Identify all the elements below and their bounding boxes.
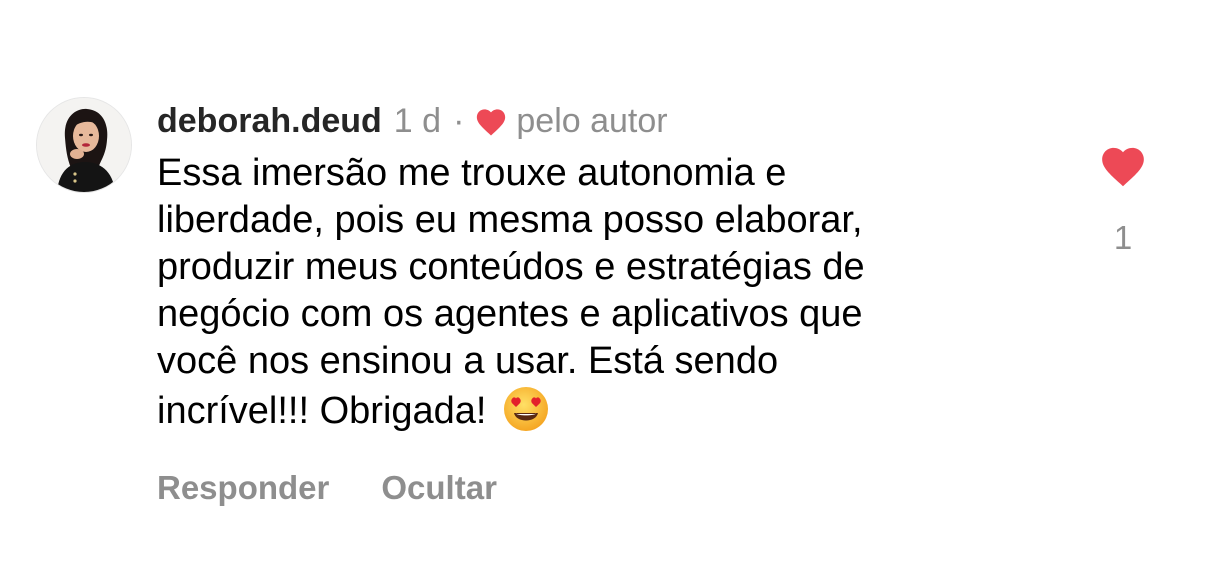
separator: ·	[453, 102, 465, 140]
liked-by-author-label: pelo autor	[516, 102, 668, 140]
comment-actions: Responder Ocultar	[157, 466, 497, 510]
comment-header: deborah.deud 1 d · pelo autor	[157, 98, 1037, 144]
comment-text-line: incrível!!! Obrigada!	[157, 390, 487, 432]
comment-item: deborah.deud 1 d · pelo autor Essa imers…	[0, 0, 1206, 563]
heart-eyes-emoji-icon	[504, 387, 549, 431]
comment-text-line: Essa imersão me trouxe autonomia e	[157, 152, 787, 194]
author-liked-heart-icon	[477, 109, 506, 136]
like-heart-icon[interactable]	[1098, 142, 1148, 188]
comment-text: Essa imersão me trouxe autonomia e liber…	[157, 150, 1027, 435]
like-count[interactable]: 1	[1097, 218, 1149, 258]
comment-text-line: liberdade, pois eu mesma posso elaborar,	[157, 199, 863, 241]
avatar-image	[37, 98, 131, 192]
hide-button[interactable]: Ocultar	[381, 466, 497, 510]
username[interactable]: deborah.deud	[157, 98, 382, 144]
comment-text-line: você nos ensinou a usar. Está sendo	[157, 340, 779, 382]
comment-body: deborah.deud 1 d · pelo autor Essa imers…	[157, 98, 1037, 435]
comment-text-line: produzir meus conteúdos e estratégias de	[157, 246, 865, 288]
comment-text-line: negócio com os agentes e aplicativos que	[157, 293, 863, 335]
avatar[interactable]	[37, 98, 131, 192]
comment-text-last-line: incrível!!! Obrigada!	[157, 385, 1027, 435]
comment-timestamp: 1 d	[393, 102, 442, 140]
like-column: 1	[1097, 142, 1149, 258]
reply-button[interactable]: Responder	[157, 466, 329, 510]
